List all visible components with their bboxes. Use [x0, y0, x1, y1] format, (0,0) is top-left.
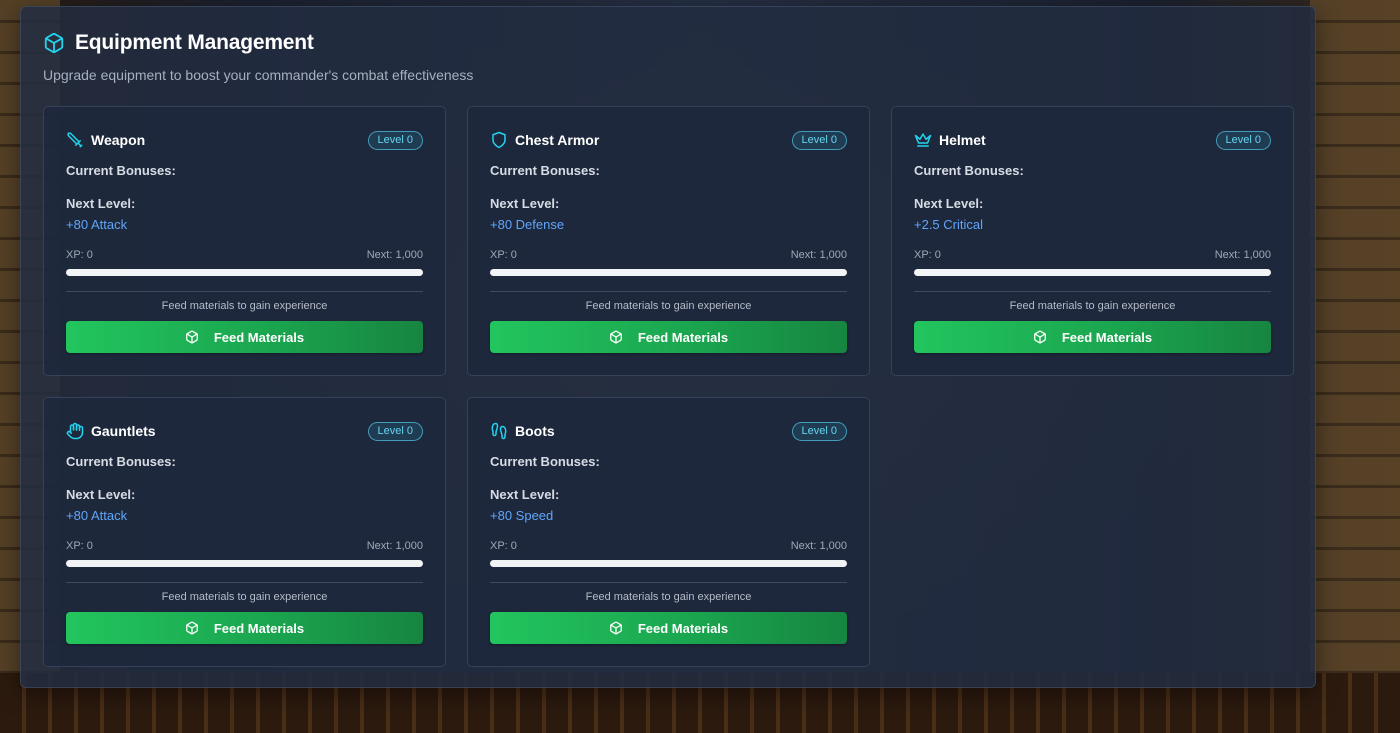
- xp-row: XP: 0 Next: 1,000: [914, 249, 1271, 261]
- equipment-name: Weapon: [91, 132, 146, 148]
- next-level-label: Next Level:: [490, 487, 560, 502]
- xp-row: XP: 0 Next: 1,000: [490, 249, 847, 261]
- current-bonuses-label: Current Bonuses:: [66, 163, 176, 178]
- card-divider: [66, 582, 423, 583]
- background-wall-right: [1310, 0, 1400, 733]
- xp-progress-bar: [490, 269, 847, 276]
- next-level-bonus: +80 Defense: [490, 217, 565, 232]
- feed-materials-label: Feed Materials: [637, 620, 729, 636]
- xp-next: Next: 1,000: [790, 249, 847, 261]
- xp-progress-bar: [66, 560, 423, 567]
- equipment-card-chest-armor: Chest Armor Level 0 Current Bonuses: Nex…: [467, 106, 870, 376]
- feed-materials-button[interactable]: Feed Materials: [490, 612, 847, 644]
- feed-materials-button[interactable]: Feed Materials: [914, 321, 1271, 353]
- next-level-label: Next Level:: [66, 196, 136, 211]
- shield-icon: [490, 131, 508, 149]
- equipment-card-gauntlets: Gauntlets Level 0 Current Bonuses: Next …: [43, 397, 446, 667]
- equipment-panel: Equipment Management Upgrade equipment t…: [20, 6, 1316, 688]
- card-divider: [490, 582, 847, 583]
- page-subtitle: Upgrade equipment to boost your commande…: [43, 67, 474, 83]
- cube-icon: [609, 621, 623, 635]
- feed-materials-button[interactable]: Feed Materials: [490, 321, 847, 353]
- xp-current: XP: 0: [66, 249, 93, 261]
- feed-materials-label: Feed Materials: [213, 329, 305, 345]
- next-level-label: Next Level:: [914, 196, 984, 211]
- card-divider: [914, 291, 1271, 292]
- sword-icon: [66, 131, 84, 149]
- next-level-label: Next Level:: [490, 196, 560, 211]
- xp-next: Next: 1,000: [366, 249, 423, 261]
- xp-current: XP: 0: [66, 540, 93, 552]
- xp-current: XP: 0: [490, 249, 517, 261]
- xp-current: XP: 0: [914, 249, 941, 261]
- cube-icon: [185, 621, 199, 635]
- level-badge: Level 0: [791, 130, 847, 150]
- xp-progress-bar: [914, 269, 1271, 276]
- equipment-name: Boots: [515, 423, 555, 439]
- equipment-name: Helmet: [939, 132, 986, 148]
- feed-hint: Feed materials to gain experience: [1009, 300, 1176, 312]
- next-level-bonus: +2.5 Critical: [914, 217, 983, 232]
- xp-next: Next: 1,000: [366, 540, 423, 552]
- equipment-name: Chest Armor: [515, 132, 600, 148]
- card-divider: [66, 291, 423, 292]
- feed-materials-label: Feed Materials: [213, 620, 305, 636]
- equipment-name: Gauntlets: [91, 423, 156, 439]
- cube-icon: [1033, 330, 1047, 344]
- feed-hint: Feed materials to gain experience: [161, 300, 328, 312]
- crown-icon: [914, 131, 932, 149]
- next-level-bonus: +80 Speed: [490, 508, 554, 523]
- xp-next: Next: 1,000: [1214, 249, 1271, 261]
- card-header: Boots Level 0: [490, 420, 847, 442]
- level-badge: Level 0: [367, 421, 423, 441]
- xp-row: XP: 0 Next: 1,000: [66, 540, 423, 552]
- card-header: Chest Armor Level 0: [490, 129, 847, 151]
- current-bonuses-label: Current Bonuses:: [914, 163, 1024, 178]
- xp-row: XP: 0 Next: 1,000: [490, 540, 847, 552]
- feed-hint: Feed materials to gain experience: [585, 300, 752, 312]
- cube-icon: [43, 32, 65, 54]
- current-bonuses-label: Current Bonuses:: [490, 163, 600, 178]
- cube-icon: [609, 330, 623, 344]
- feed-materials-label: Feed Materials: [637, 329, 729, 345]
- xp-progress-bar: [490, 560, 847, 567]
- current-bonuses-label: Current Bonuses:: [490, 454, 600, 469]
- feed-materials-button[interactable]: Feed Materials: [66, 321, 423, 353]
- card-divider: [490, 291, 847, 292]
- xp-row: XP: 0 Next: 1,000: [66, 249, 423, 261]
- footprints-icon: [490, 422, 508, 440]
- next-level-label: Next Level:: [66, 487, 136, 502]
- equipment-card-weapon: Weapon Level 0 Current Bonuses: Next Lev…: [43, 106, 446, 376]
- cube-icon: [185, 330, 199, 344]
- hand-icon: [66, 422, 84, 440]
- current-bonuses-label: Current Bonuses:: [66, 454, 176, 469]
- xp-current: XP: 0: [490, 540, 517, 552]
- card-header: Gauntlets Level 0: [66, 420, 423, 442]
- equipment-card-boots: Boots Level 0 Current Bonuses: Next Leve…: [467, 397, 870, 667]
- feed-hint: Feed materials to gain experience: [585, 591, 752, 603]
- feed-materials-button[interactable]: Feed Materials: [66, 612, 423, 644]
- feed-hint: Feed materials to gain experience: [161, 591, 328, 603]
- equipment-card-helmet: Helmet Level 0 Current Bonuses: Next Lev…: [891, 106, 1294, 376]
- level-badge: Level 0: [1215, 130, 1271, 150]
- next-level-bonus: +80 Attack: [66, 508, 128, 523]
- xp-next: Next: 1,000: [790, 540, 847, 552]
- panel-header: Equipment Management: [43, 31, 314, 55]
- card-header: Weapon Level 0: [66, 129, 423, 151]
- feed-materials-label: Feed Materials: [1061, 329, 1153, 345]
- card-header: Helmet Level 0: [914, 129, 1271, 151]
- page-title: Equipment Management: [75, 31, 314, 54]
- level-badge: Level 0: [367, 130, 423, 150]
- level-badge: Level 0: [791, 421, 847, 441]
- xp-progress-bar: [66, 269, 423, 276]
- next-level-bonus: +80 Attack: [66, 217, 128, 232]
